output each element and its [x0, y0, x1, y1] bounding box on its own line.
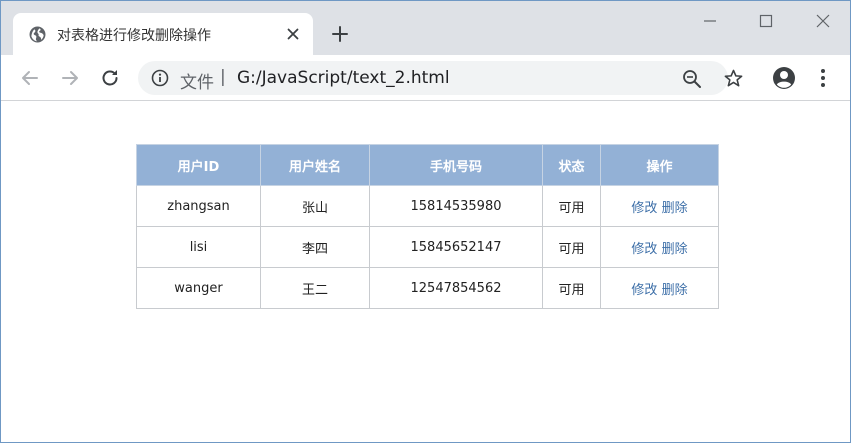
cell-actions: 修改 删除 — [600, 226, 719, 268]
globe-icon — [29, 26, 46, 43]
close-tab-icon[interactable] — [285, 26, 301, 42]
bookmark-star-icon[interactable] — [723, 68, 744, 89]
table-row: lisi 李四 15845652147 可用 修改 删除 — [136, 226, 719, 268]
cell-status: 可用 — [542, 185, 601, 227]
delete-link[interactable]: 删除 — [662, 201, 688, 216]
table-row: wanger 王二 12547854562 可用 修改 删除 — [136, 267, 719, 309]
header-user-name: 用户姓名 — [260, 144, 370, 186]
header-status: 状态 — [542, 144, 601, 186]
page-content: 用户ID 用户姓名 手机号码 状态 操作 zhangsan 张山 1581453… — [1, 102, 850, 442]
zoom-out-icon[interactable] — [682, 69, 702, 89]
forward-icon[interactable] — [58, 66, 82, 90]
profile-avatar-icon[interactable] — [772, 66, 796, 90]
cell-status: 可用 — [542, 226, 601, 268]
edit-link[interactable]: 修改 — [631, 283, 657, 298]
address-bar[interactable]: 文件 | G:/JavaScript/text_2.html — [138, 61, 743, 95]
cell-user-name: 张山 — [260, 185, 370, 227]
table-header-row: 用户ID 用户姓名 手机号码 状态 操作 — [136, 144, 719, 186]
reload-icon[interactable] — [98, 66, 122, 90]
back-icon[interactable] — [18, 66, 42, 90]
cell-user-id: lisi — [136, 226, 261, 268]
cell-phone: 12547854562 — [369, 267, 543, 309]
new-tab-icon[interactable] — [329, 23, 351, 45]
edit-link[interactable]: 修改 — [631, 242, 657, 257]
edit-link[interactable]: 修改 — [631, 201, 657, 216]
tab-title: 对表格进行修改删除操作 — [57, 28, 211, 44]
header-actions: 操作 — [600, 144, 719, 186]
users-table: 用户ID 用户姓名 手机号码 状态 操作 zhangsan 张山 1581453… — [136, 144, 719, 309]
maximize-icon[interactable] — [754, 9, 778, 33]
window-close-icon[interactable] — [811, 9, 835, 33]
info-icon[interactable] — [151, 69, 169, 87]
cell-phone: 15845652147 — [369, 226, 543, 268]
kebab-menu-icon[interactable] — [813, 67, 833, 89]
tab-strip: 对表格进行修改删除操作 — [1, 1, 850, 55]
table-row: zhangsan 张山 15814535980 可用 修改 删除 — [136, 185, 719, 227]
delete-link[interactable]: 删除 — [662, 242, 688, 257]
url-separator: | — [220, 67, 226, 87]
cell-status: 可用 — [542, 267, 601, 309]
delete-link[interactable]: 删除 — [662, 283, 688, 298]
minimize-icon[interactable] — [698, 9, 722, 33]
browser-toolbar: 文件 | G:/JavaScript/text_2.html — [1, 55, 850, 101]
cell-user-name: 王二 — [260, 267, 370, 309]
cell-actions: 修改 删除 — [600, 267, 719, 309]
browser-window: 对表格进行修改删除操作 文件 | G:/JavaScript/text_2.ht… — [0, 0, 851, 443]
cell-user-id: zhangsan — [136, 185, 261, 227]
url-text[interactable]: G:/JavaScript/text_2.html — [237, 68, 450, 88]
cell-actions: 修改 删除 — [600, 185, 719, 227]
cell-phone: 15814535980 — [369, 185, 543, 227]
cell-user-id: wanger — [136, 267, 261, 309]
browser-tab[interactable]: 对表格进行修改删除操作 — [13, 13, 313, 55]
url-scheme-label: 文件 — [180, 73, 214, 93]
cell-user-name: 李四 — [260, 226, 370, 268]
header-user-id: 用户ID — [136, 144, 261, 186]
header-phone: 手机号码 — [369, 144, 543, 186]
